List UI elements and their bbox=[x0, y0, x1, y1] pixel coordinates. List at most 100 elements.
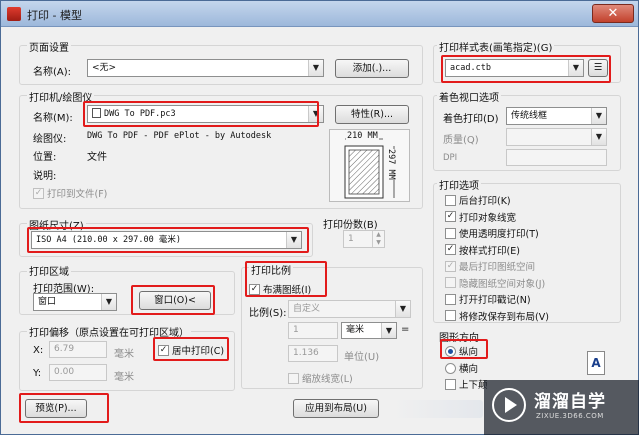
dpi-label: DPI bbox=[443, 153, 458, 163]
plot-option-checkbox[interactable]: ✓ 打印对象线宽 bbox=[445, 210, 516, 224]
site-watermark: 溜溜自学 ZIXUE.3D66.COM bbox=[484, 380, 639, 435]
window-title: 打印 - 模型 bbox=[27, 9, 82, 22]
copies-label: 打印份数(B) bbox=[323, 220, 378, 231]
shade-plot-select[interactable]: 传统线框 ▼ bbox=[506, 107, 607, 125]
print-to-file-label: 打印到文件(F) bbox=[47, 189, 108, 200]
plotter-value: DWG To PDF - PDF ePlot - by Autodesk bbox=[87, 131, 272, 141]
plot-area-title: 打印区域 bbox=[27, 263, 71, 278]
page-setup-name-value: <无> bbox=[92, 63, 117, 73]
chevron-down-icon: ▼ bbox=[591, 108, 606, 124]
apply-to-layout-button[interactable]: 应用到布局(U) bbox=[293, 399, 379, 418]
scale-value2-input[interactable]: 1.136 bbox=[288, 345, 338, 362]
plot-option-checkbox[interactable]: 使用透明度打印(T) bbox=[445, 226, 539, 240]
checkbox-box bbox=[445, 378, 456, 390]
shade-plot-label: 着色打印(D) bbox=[443, 114, 499, 125]
highlight-window-button bbox=[131, 285, 215, 315]
plot-option-checkbox[interactable]: 将修改保存到布局(V) bbox=[445, 309, 549, 323]
scale-select[interactable]: 自定义 ▼ bbox=[288, 300, 411, 318]
page-setup-name-label: 名称(A): bbox=[33, 67, 72, 78]
scale-unit-select[interactable]: 毫米 ▼ bbox=[341, 322, 397, 339]
scale-unit2-label: 单位(U) bbox=[344, 352, 380, 363]
plot-option-label: 使用透明度打印(T) bbox=[459, 229, 539, 240]
checkbox-box: ✓ bbox=[33, 187, 44, 199]
highlight-plot-style bbox=[441, 55, 611, 83]
plot-style-title: 打印样式表(画笔指定)(G) bbox=[437, 39, 555, 54]
scale-lineweights-checkbox[interactable]: 缩放线宽(L) bbox=[288, 371, 353, 385]
autocad-app-icon bbox=[7, 7, 21, 21]
landscape-radio[interactable]: 横向 bbox=[445, 361, 478, 375]
highlight-paper-size bbox=[27, 227, 309, 253]
plot-option-checkbox[interactable]: 后台打印(K) bbox=[445, 193, 511, 207]
plot-options-title: 打印选项 bbox=[437, 177, 481, 192]
scale-label: 比例(S): bbox=[249, 308, 287, 319]
quality-label: 质量(Q) bbox=[443, 135, 479, 146]
close-button[interactable]: ✕ bbox=[592, 4, 634, 23]
printer-properties-button[interactable]: 特性(R)... bbox=[335, 105, 409, 124]
watermark-text: 溜溜自学 bbox=[534, 392, 606, 412]
checkbox-box bbox=[288, 372, 299, 384]
scale-lineweights-label: 缩放线宽(L) bbox=[302, 374, 353, 385]
checkbox-box bbox=[445, 194, 456, 206]
quality-select[interactable]: ▼ bbox=[506, 128, 607, 146]
highlight-portrait bbox=[440, 339, 488, 359]
spinner-arrows-icon[interactable]: ▲ ▼ bbox=[372, 231, 384, 247]
paper-height-label: 297 MM bbox=[386, 149, 396, 180]
plot-option-label: 打印对象线宽 bbox=[459, 212, 517, 224]
printer-name-label: 名称(M): bbox=[33, 113, 73, 124]
paper-width-label: 210 MM bbox=[346, 131, 379, 141]
offset-y-input[interactable]: 0.00 bbox=[49, 364, 107, 381]
plot-option-checkbox[interactable]: ✓ 最后打印图纸空间 bbox=[445, 259, 535, 273]
offset-y-label: Y: bbox=[33, 368, 42, 379]
offset-x-unit: 毫米 bbox=[114, 349, 134, 360]
plot-option-label: 将修改保存到布局(V) bbox=[459, 311, 549, 323]
plot-option-label: 最后打印图纸空间 bbox=[459, 262, 536, 273]
highlight-plot-scale bbox=[245, 261, 327, 297]
chevron-down-icon: ▼ bbox=[101, 294, 116, 310]
plot-option-label: 后台打印(K) bbox=[459, 196, 511, 207]
copies-spinner[interactable]: 1 ▲ ▼ bbox=[343, 230, 385, 248]
plot-option-checkbox[interactable]: ✓ 按样式打印(E) bbox=[445, 243, 520, 257]
plot-option-checkbox[interactable]: 隐藏图纸空间对象(J) bbox=[445, 276, 545, 290]
checkbox-box bbox=[445, 277, 456, 288]
ok-cancel-area bbox=[393, 400, 483, 418]
checkbox-box bbox=[445, 310, 456, 321]
portrait-preview-icon: A bbox=[587, 351, 605, 375]
chevron-down-icon: ▼ bbox=[591, 129, 606, 145]
chevron-down-icon: ▼ bbox=[381, 323, 396, 338]
page-setup-name-select[interactable]: <无> ▼ bbox=[87, 59, 324, 77]
plot-option-label: 隐藏图纸空间对象(J) bbox=[459, 278, 546, 290]
scale-unit-value: 毫米 bbox=[346, 325, 365, 335]
location-label: 位置: bbox=[33, 152, 57, 163]
plot-option-label: 按样式打印(E) bbox=[459, 245, 520, 257]
page-setup-title: 页面设置 bbox=[27, 39, 71, 54]
checkbox-box: ✓ bbox=[445, 244, 456, 255]
watermark-subtext: ZIXUE.3D66.COM bbox=[536, 412, 604, 420]
dpi-input[interactable] bbox=[506, 149, 607, 166]
copies-value: 1 bbox=[348, 234, 354, 244]
shaded-viewport-title: 着色视口选项 bbox=[437, 89, 501, 104]
radio-dot bbox=[445, 362, 456, 374]
offset-y-unit: 毫米 bbox=[114, 372, 134, 383]
title-bar[interactable]: 打印 - 模型 ✕ bbox=[1, 1, 638, 27]
upside-down-checkbox[interactable]: 上下颠 bbox=[445, 377, 488, 391]
plot-range-value: 窗口 bbox=[38, 297, 57, 307]
highlight-printer-name bbox=[83, 101, 319, 127]
plot-range-select[interactable]: 窗口 ▼ bbox=[33, 293, 117, 311]
checkbox-box bbox=[445, 227, 456, 239]
checkbox-box bbox=[445, 293, 456, 305]
checkbox-box: ✓ bbox=[445, 211, 456, 222]
add-page-setup-button[interactable]: 添加(.)... bbox=[335, 59, 409, 78]
highlight-preview bbox=[19, 393, 109, 423]
plot-option-checkbox[interactable]: 打开打印戳记(N) bbox=[445, 292, 531, 306]
scale-equals-sign: = bbox=[401, 324, 410, 335]
plotter-label: 绘图仪: bbox=[33, 134, 67, 145]
offset-x-input[interactable]: 6.79 bbox=[49, 341, 107, 358]
description-label: 说明: bbox=[33, 171, 57, 182]
scale-value1-input[interactable]: 1 bbox=[288, 322, 338, 339]
play-logo-icon bbox=[492, 388, 526, 422]
plot-option-label: 打开打印戳记(N) bbox=[459, 295, 531, 306]
checkbox-box: ✓ bbox=[445, 260, 456, 272]
chevron-down-icon: ▼ bbox=[395, 301, 410, 317]
print-to-file-checkbox[interactable]: ✓ 打印到文件(F) bbox=[33, 186, 107, 200]
scale-value: 自定义 bbox=[293, 304, 321, 314]
